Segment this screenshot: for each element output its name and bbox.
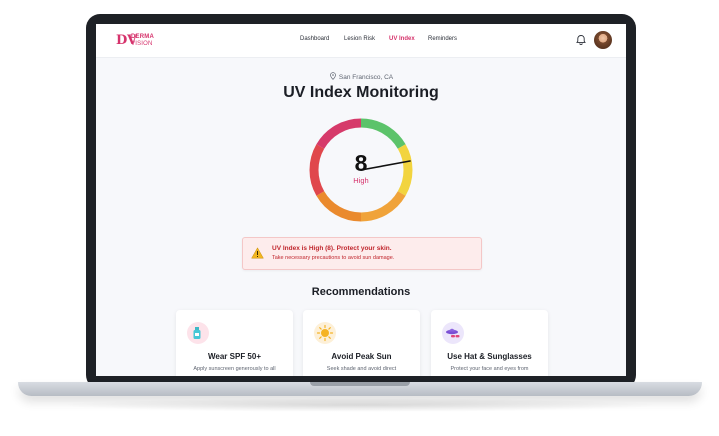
brand-name-line2: VISION	[131, 41, 153, 47]
uv-value: 8	[354, 150, 368, 176]
uv-level: High	[353, 176, 369, 185]
warning-icon	[251, 247, 264, 259]
recommendations-heading: Recommendations	[311, 286, 411, 298]
brand-mark: DV	[116, 33, 138, 48]
location-label: San Francisco, CA	[338, 74, 394, 81]
gauge-segment	[316, 191, 362, 222]
page-title: UV Index Monitoring	[283, 84, 439, 101]
card-title: Use Hat & Sunglasses	[447, 352, 532, 361]
location: San Francisco, CA	[96, 72, 626, 81]
brand-logo[interactable]: DV DERMA VISION	[116, 33, 162, 49]
laptop-shadow	[60, 398, 660, 412]
card-title: Wear SPF 50+	[208, 352, 261, 361]
map-pin-icon	[330, 72, 336, 80]
nav-link-dashboard[interactable]: Dashboard	[300, 36, 329, 42]
hat-sunglasses-icon	[442, 322, 464, 344]
uv-alert: UV Index is High (8). Protect your skin.…	[242, 237, 482, 270]
card-description: Protect your face and eyes from	[450, 366, 529, 372]
recommendation-card-sunscreen[interactable]: Wear SPF 50+ Apply sunscreen generously …	[176, 310, 293, 376]
gauge-segment	[360, 118, 406, 149]
card-description: Apply sunscreen generously to all	[193, 366, 276, 372]
nav-link-uv-index[interactable]: UV Index	[389, 36, 415, 42]
gauge-segment	[316, 118, 362, 149]
recommendation-card-avoid-sun[interactable]: Avoid Peak Sun Seek shade and avoid dire…	[303, 310, 420, 376]
alert-subtitle: Take necessary precautions to avoid sun …	[272, 255, 395, 261]
alert-title: UV Index is High (8). Protect your skin.	[272, 245, 392, 252]
app-screen: DV DERMA VISION Dashboard Lesion Risk UV…	[96, 24, 626, 376]
card-title: Avoid Peak Sun	[331, 352, 392, 361]
recommendation-card-hat-sunglasses[interactable]: Use Hat & Sunglasses Protect your face a…	[431, 310, 548, 376]
sun-icon	[314, 322, 336, 344]
bell-icon[interactable]	[575, 34, 587, 46]
nav-link-reminders[interactable]: Reminders	[428, 36, 457, 42]
card-description: Seek shade and avoid direct	[326, 366, 397, 372]
brand-name-line1: DERMA	[131, 34, 154, 40]
gauge-segment	[360, 191, 406, 222]
top-nav: DV DERMA VISION Dashboard Lesion Risk UV…	[96, 24, 626, 58]
laptop-base-notch	[310, 382, 410, 386]
sunscreen-bottle-icon	[187, 322, 209, 344]
user-avatar[interactable]	[594, 31, 612, 49]
nav-link-lesion-risk[interactable]: Lesion Risk	[344, 36, 375, 42]
